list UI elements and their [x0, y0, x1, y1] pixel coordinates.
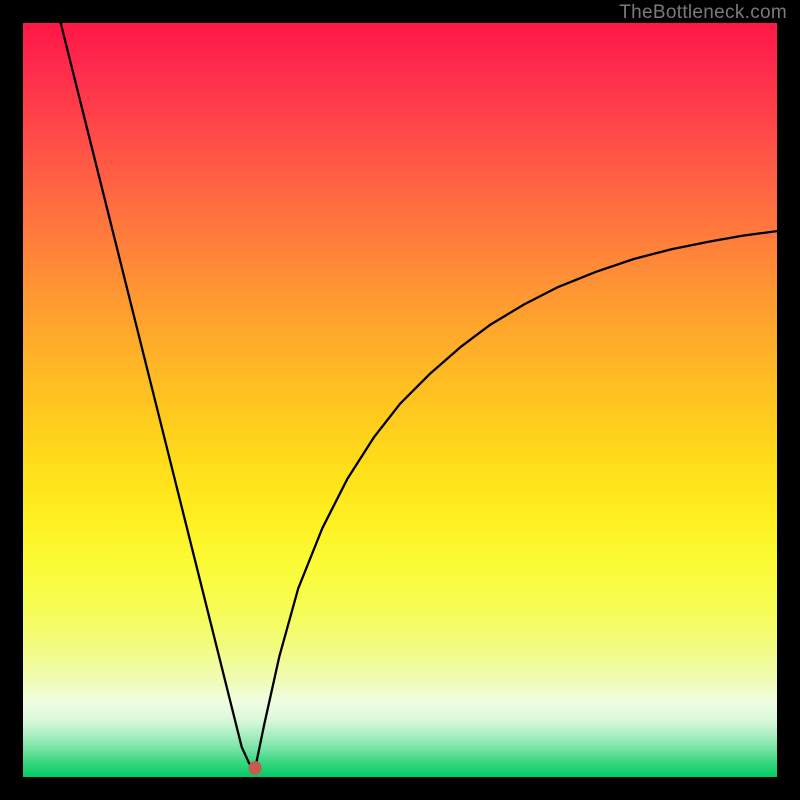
curve-path: [61, 23, 777, 768]
minimum-marker: [249, 761, 262, 775]
plot-area: [23, 23, 777, 777]
bottleneck-curve: [23, 23, 777, 777]
watermark-text: TheBottleneck.com: [619, 2, 787, 24]
outer-frame: TheBottleneck.com: [0, 0, 800, 800]
